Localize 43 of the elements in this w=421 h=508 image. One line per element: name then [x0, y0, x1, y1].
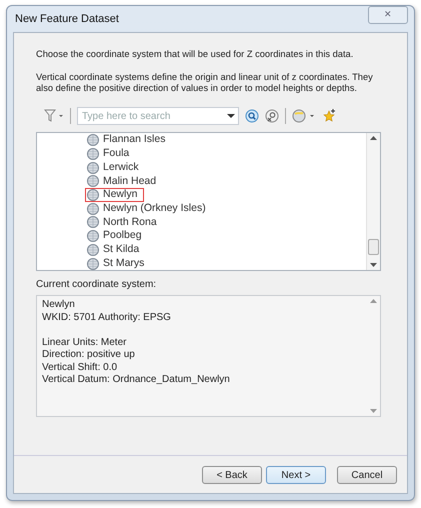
- cancel-button[interactable]: Cancel: [337, 466, 397, 484]
- window-title: New Feature Dataset: [15, 12, 119, 27]
- globe-icon: [87, 244, 99, 256]
- globe-icon: [87, 175, 99, 188]
- tree-item[interactable]: Malin Head: [85, 174, 164, 188]
- tree-item[interactable]: Newlyn: [85, 188, 144, 202]
- search-field[interactable]: Type here to search: [77, 107, 239, 126]
- tree-item[interactable]: St Kilda: [85, 242, 146, 257]
- globe-icon: [87, 216, 99, 228]
- detail-line: Newlyn: [42, 299, 76, 312]
- scroll-up-icon[interactable]: [370, 136, 377, 140]
- globe-icon: [87, 202, 99, 215]
- tree-item[interactable]: Lerwick: [85, 160, 146, 175]
- tree-item[interactable]: North Rona: [85, 216, 164, 230]
- clear-search-icon[interactable]: [265, 109, 279, 124]
- scroll-thumb[interactable]: [368, 239, 379, 256]
- detail-line: WKID: 5701 Authority: EPSG: [42, 312, 172, 324]
- globe-icon: [87, 230, 99, 242]
- tree-item[interactable]: Flannan Isles: [85, 133, 172, 148]
- globe-icon[interactable]: [292, 109, 316, 124]
- dropdown-icon[interactable]: [227, 113, 235, 120]
- globe-icon: [87, 189, 99, 202]
- back-button[interactable]: < Back: [202, 466, 262, 484]
- detail-line: Vertical Datum: Ordnance_Datum_Newlyn: [42, 374, 231, 387]
- star-icon[interactable]: [322, 109, 336, 124]
- description-text: Vertical coordinate systems define the origin and linear unit of z coordinates. They also define the positive direction of values in order to model heights or depths.: [36, 72, 374, 94]
- close-button[interactable]: ✕: [368, 6, 408, 24]
- scrollbar[interactable]: [366, 133, 380, 270]
- detail-line: Vertical Shift: 0.0: [42, 362, 118, 374]
- section-label: Current coordinate system:: [36, 278, 158, 292]
- instruction-text: Choose the coordinate system that will be used for Z coordinates in this data.: [36, 49, 354, 60]
- scroll-down-icon[interactable]: [370, 263, 377, 268]
- search-icon[interactable]: [245, 109, 259, 124]
- next-button[interactable]: Next >: [266, 466, 326, 484]
- detail-line: Linear Units: Meter: [42, 336, 128, 350]
- tree-item[interactable]: Foula: [85, 147, 136, 161]
- globe-icon: [87, 162, 99, 174]
- filter-icon[interactable]: [44, 109, 64, 124]
- tree-item[interactable]: Newlyn (Orkney Isles): [85, 202, 213, 216]
- tree-item[interactable]: St Marys: [85, 256, 152, 270]
- globe-icon: [87, 148, 99, 160]
- detail-line: Direction: positive up: [42, 349, 136, 362]
- tree-item[interactable]: Poolbeg: [85, 229, 149, 243]
